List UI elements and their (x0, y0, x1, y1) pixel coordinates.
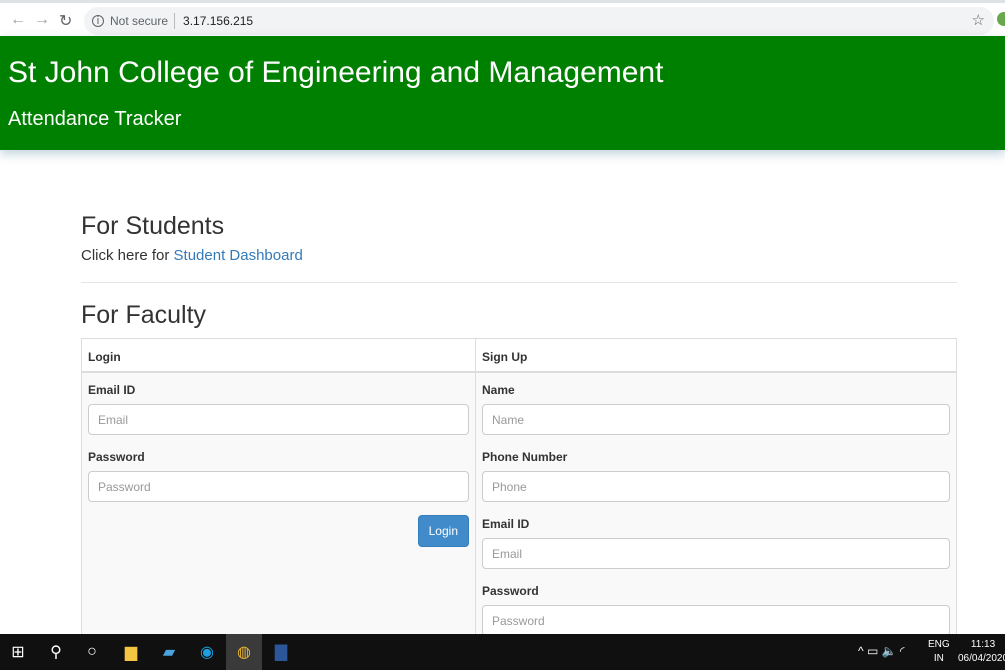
clock[interactable]: 11:13 06/04/2020 (958, 638, 1005, 666)
chrome-icon[interactable]: ◍ (226, 634, 262, 670)
site-title: St John College of Engineering and Manag… (8, 56, 664, 89)
clock-date: 06/04/2020 (958, 653, 1005, 664)
cortana-icon[interactable]: ○ (74, 634, 110, 670)
address-bar[interactable]: i Not secure 3.17.156.215 (84, 7, 994, 35)
clock-time: 11:13 (970, 639, 996, 650)
signup-name-label: Name (482, 383, 515, 397)
windows-start-icon[interactable]: ⊞ (0, 634, 36, 670)
url-text[interactable]: 3.17.156.215 (183, 14, 253, 28)
main-content: For Students Click here for Student Dash… (81, 212, 957, 638)
remote-desktop-icon[interactable]: ▰ (151, 634, 187, 670)
region-code: IN (933, 653, 944, 664)
file-explorer-icon[interactable]: ▆ (113, 634, 149, 670)
login-password-label: Password (88, 450, 145, 464)
students-text-prefix: Click here for (81, 247, 174, 264)
language-code: ENG (928, 639, 950, 650)
login-button[interactable]: Login (417, 515, 469, 547)
login-email-input[interactable] (88, 404, 469, 435)
login-password-input[interactable] (88, 471, 469, 502)
security-label: Not secure (110, 14, 169, 28)
student-dashboard-link[interactable]: Student Dashboard (174, 247, 303, 264)
signup-password-input[interactable] (482, 605, 950, 636)
signup-phone-label: Phone Number (482, 450, 568, 464)
signup-name-input[interactable] (482, 404, 950, 435)
students-text: Click here for Student Dashboard (81, 247, 957, 264)
login-panel: Login Email ID Password Login (82, 339, 475, 637)
browser-toolbar: ← → ↻ i Not secure 3.17.156.215 ☆ (0, 0, 1005, 36)
word-icon[interactable]: ▇ (263, 634, 299, 670)
edge-icon[interactable]: ◉ (189, 634, 225, 670)
signup-email-input[interactable] (482, 538, 950, 569)
divider (81, 282, 957, 283)
divider (174, 13, 176, 29)
tray-icons[interactable]: ^ ▭ 🔈 ◜ (858, 644, 905, 658)
signup-phone-input[interactable] (482, 471, 950, 502)
signup-email-label: Email ID (482, 517, 530, 531)
search-icon[interactable]: ⚲ (38, 634, 74, 670)
students-heading: For Students (81, 212, 225, 240)
info-icon[interactable]: i (92, 15, 104, 27)
reload-icon[interactable]: ↻ (59, 11, 72, 31)
signup-panel: Sign Up Name Phone Number Email ID Passw… (475, 339, 956, 637)
back-icon[interactable]: ← (10, 11, 26, 29)
faculty-heading: For Faculty (81, 301, 207, 329)
signup-password-label: Password (482, 584, 539, 598)
faculty-panel: Login Email ID Password Login Sign Up Na… (81, 338, 957, 638)
site-header: St John College of Engineering and Manag… (0, 36, 1005, 150)
taskbar: ⊞ ⚲ ○ ▆ ▰ ◉ ◍ ▇ ^ ▭ 🔈 ◜ ENG IN 11:13 06/04… (0, 634, 1005, 670)
site-subtitle: Attendance Tracker (8, 108, 182, 130)
bookmark-star-icon[interactable]: ☆ (972, 11, 985, 29)
login-email-label: Email ID (88, 383, 136, 397)
language-indicator[interactable]: ENG IN (928, 638, 950, 666)
profile-avatar[interactable] (997, 12, 1005, 26)
signup-title: Sign Up (476, 339, 956, 373)
forward-icon[interactable]: → (34, 11, 50, 29)
login-title: Login (82, 339, 475, 373)
